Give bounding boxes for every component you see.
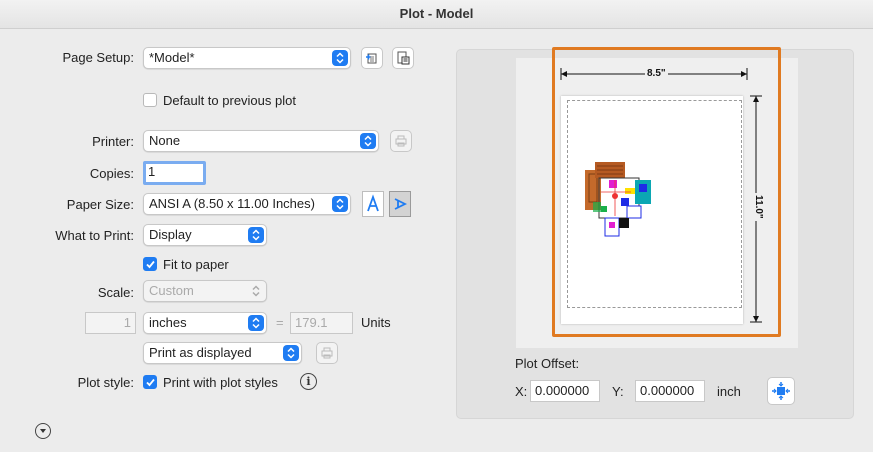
print-mode-value: Print as displayed xyxy=(149,345,252,360)
info-icon[interactable]: i xyxy=(300,373,317,390)
printer-label: Printer: xyxy=(92,134,134,149)
disclosure-button[interactable] xyxy=(35,423,51,439)
landscape-orientation-button[interactable] xyxy=(389,191,411,217)
checkmark-icon xyxy=(146,378,155,387)
import-page-setup-button[interactable] xyxy=(392,47,414,69)
what-to-print-popup[interactable]: Display xyxy=(143,224,267,246)
default-previous-checkbox[interactable] xyxy=(143,93,157,107)
offset-y-label: Y: xyxy=(612,384,624,399)
offset-unit-label: inch xyxy=(717,384,741,399)
scale-units-popup[interactable]: inches xyxy=(143,312,267,334)
page-setup-value: *Model* xyxy=(149,50,195,65)
scale-numerator-field[interactable]: 1 xyxy=(85,312,136,334)
print-mode-settings-button[interactable] xyxy=(316,342,338,364)
fit-to-paper-checkbox[interactable] xyxy=(143,257,157,271)
plot-style-label: Plot style: xyxy=(77,375,134,390)
chevron-updown-icon xyxy=(360,133,376,149)
checkmark-icon xyxy=(146,260,155,269)
printer-icon xyxy=(321,347,333,359)
page-setup-label: Page Setup: xyxy=(62,50,134,65)
offset-x-label: X: xyxy=(515,384,528,399)
portrait-orientation-button[interactable] xyxy=(362,191,384,217)
add-page-setup-button[interactable] xyxy=(361,47,383,69)
printer-icon xyxy=(395,135,407,147)
printer-popup[interactable]: None xyxy=(143,130,379,152)
offset-y-field[interactable]: 0.000000 xyxy=(635,380,705,402)
chevron-updown-icon xyxy=(248,227,264,243)
chevron-updown-icon xyxy=(332,50,348,66)
window-title: Plot - Model xyxy=(0,0,873,29)
landscape-icon xyxy=(394,198,408,210)
scale-units-value: inches xyxy=(149,315,187,330)
plot-styles-checkbox[interactable] xyxy=(143,375,157,389)
scale-units-label: Units xyxy=(361,315,391,330)
page-import-icon xyxy=(397,51,410,65)
offset-x-field[interactable]: 0.000000 xyxy=(530,380,600,402)
printer-value: None xyxy=(149,133,181,148)
plot-preview-panel: 8.5" 11.0" Plot Offset: X: 0.000000 Y: 0… xyxy=(456,47,854,419)
paper-size-popup[interactable]: ANSI A (8.50 x 11.00 Inches) xyxy=(143,193,351,215)
scale-denominator-field[interactable]: 179.1 xyxy=(290,312,353,334)
portrait-icon xyxy=(367,194,379,212)
scale-label: Scale: xyxy=(97,285,134,300)
chevron-down-icon xyxy=(40,429,46,433)
center-icon xyxy=(772,382,790,400)
chevron-updown-icon xyxy=(332,196,348,212)
equals-sign: = xyxy=(276,315,284,330)
page-setup-popup[interactable]: *Model* xyxy=(143,47,351,69)
chevron-updown-icon xyxy=(248,283,264,299)
plot-styles-label: Print with plot styles xyxy=(163,375,278,390)
print-mode-popup[interactable]: Print as displayed xyxy=(143,342,302,364)
plot-dialog: Plot - Model Page Setup: *Model* Default… xyxy=(0,0,873,452)
what-to-print-label: What to Print: xyxy=(55,228,134,243)
plot-offset-title: Plot Offset: xyxy=(515,356,580,371)
default-previous-label: Default to previous plot xyxy=(163,93,296,108)
center-plot-button[interactable] xyxy=(767,377,795,405)
paper-size-label: Paper Size: xyxy=(66,197,134,212)
chevron-updown-icon xyxy=(283,345,299,361)
copies-label: Copies: xyxy=(89,166,134,181)
scale-value: Custom xyxy=(149,283,194,298)
what-to-print-value: Display xyxy=(149,227,192,242)
scale-popup[interactable]: Custom xyxy=(143,280,267,302)
printer-properties-button[interactable] xyxy=(390,130,412,152)
preview-highlight-box xyxy=(552,47,781,337)
page-add-icon xyxy=(366,53,377,64)
chevron-updown-icon xyxy=(248,315,264,331)
paper-size-value: ANSI A (8.50 x 11.00 Inches) xyxy=(149,196,315,211)
fit-to-paper-label: Fit to paper xyxy=(163,257,229,272)
copies-field[interactable]: 1 xyxy=(143,161,206,185)
